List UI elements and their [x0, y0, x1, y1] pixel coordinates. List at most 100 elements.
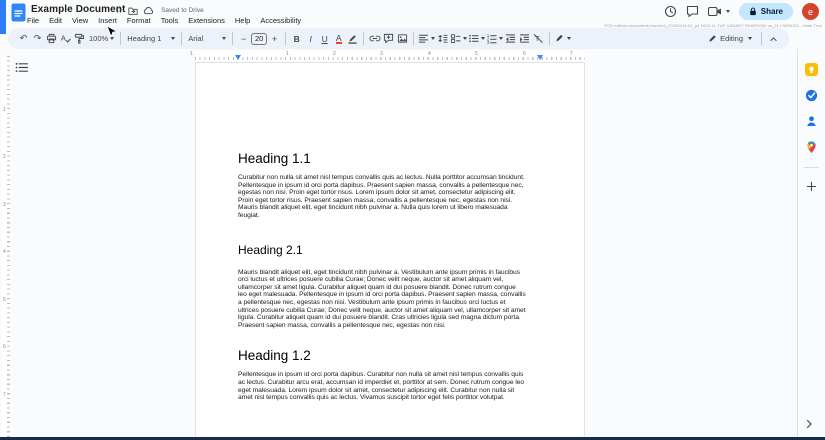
hide-menus-button[interactable] — [767, 31, 780, 47]
pencil-icon — [709, 35, 716, 42]
document-page[interactable]: Heading 1.1 Curabitur non nulla sit amet… — [195, 62, 585, 440]
tasks-icon[interactable] — [805, 89, 818, 102]
ruler-number: 2 — [333, 51, 336, 57]
toolbar-divider — [232, 32, 234, 45]
ruler-number: 5 — [3, 297, 6, 303]
toolbar-divider — [181, 32, 183, 45]
keep-icon[interactable] — [805, 63, 818, 76]
right-indent-marker[interactable] — [537, 55, 543, 60]
highlight-color-button[interactable] — [346, 31, 359, 47]
chevron-down-icon — [725, 10, 730, 13]
insert-image-button[interactable] — [396, 31, 409, 47]
insert-link-button[interactable] — [368, 31, 381, 47]
toolbar: ↶ ↷ A 100% Heading 1 Arial − 20 + B I U … — [8, 28, 789, 49]
ruler-number: 6 — [523, 51, 526, 57]
version-history-icon[interactable] — [664, 5, 677, 18]
add-comment-button[interactable] — [382, 31, 395, 47]
italic-button[interactable]: I — [304, 31, 317, 47]
increase-font-size-button[interactable]: + — [268, 31, 281, 47]
avatar-letter: e — [807, 6, 813, 17]
join-call-icon[interactable] — [707, 6, 730, 17]
doc-heading[interactable]: Heading 1.2 — [238, 348, 526, 363]
decrease-font-size-button[interactable]: − — [237, 31, 250, 47]
bold-button[interactable]: B — [290, 31, 303, 47]
ruler-number: 1 — [286, 51, 289, 57]
editing-mode-label: Editing — [720, 34, 743, 43]
avatar[interactable]: e — [802, 3, 819, 20]
ruler-ticks — [195, 57, 585, 60]
lock-icon — [749, 7, 756, 16]
doc-heading[interactable]: Heading 1.1 — [238, 151, 526, 166]
ruler-number: 2 — [3, 154, 6, 160]
ruler-number: 3 — [380, 51, 383, 57]
increase-indent-button[interactable] — [518, 31, 531, 47]
text-color-letter: A — [335, 32, 342, 44]
chevron-down-icon — [463, 37, 468, 40]
menu-accessibility[interactable]: Accessibility — [255, 14, 306, 27]
font-value: Arial — [188, 34, 204, 43]
decrease-indent-button[interactable] — [504, 31, 517, 47]
font-size-value: 20 — [255, 34, 264, 43]
doc-section: Heading 1.1 Curabitur non nulla sit amet… — [238, 151, 526, 220]
ruler-number: 4 — [3, 249, 6, 255]
menu-help[interactable]: Help — [230, 14, 255, 27]
ruler-ticks — [7, 56, 10, 437]
underline-button[interactable]: U — [318, 31, 331, 47]
doc-paragraph[interactable]: Mauris blandit aliquet elit, eget tincid… — [238, 269, 526, 330]
get-addons-button[interactable] — [806, 181, 817, 192]
ruler-number: 7 — [3, 392, 6, 398]
menu-edit[interactable]: Edit — [44, 14, 67, 27]
text-color-button[interactable]: A — [332, 31, 345, 47]
redo-button[interactable]: ↷ — [31, 31, 44, 47]
ruler-number: 4 — [428, 51, 431, 57]
doc-paragraph[interactable]: Curabitur non nulla sit amet nisl tempus… — [238, 174, 526, 220]
paint-format-button[interactable] — [73, 31, 86, 47]
svg-text:3: 3 — [487, 40, 490, 44]
doc-paragraph[interactable]: Pellentesque in ipsum id orci porta dapi… — [238, 371, 526, 401]
numbered-list-button[interactable]: 123 — [486, 31, 504, 47]
saved-status[interactable]: Saved to Drive — [161, 7, 204, 14]
zoom-select[interactable]: 100% — [87, 31, 116, 47]
menu-view[interactable]: View — [67, 14, 93, 27]
ruler-number: 1 — [190, 51, 193, 57]
contacts-icon[interactable] — [805, 115, 818, 127]
horizontal-ruler[interactable]: 1 1 2 3 4 5 6 7 — [190, 51, 585, 61]
comment-history-icon[interactable] — [686, 5, 699, 18]
left-indent-marker[interactable] — [235, 55, 241, 60]
toolbar-divider — [549, 32, 551, 45]
toolbar-divider — [761, 32, 762, 45]
font-select[interactable]: Arial — [186, 31, 228, 47]
vertical-ruler[interactable]: 1 2 3 4 5 6 7 — [2, 56, 11, 437]
paragraph-style-select[interactable]: Heading 1 — [125, 31, 177, 47]
maps-icon[interactable] — [806, 140, 817, 154]
toolbar-divider — [285, 32, 287, 45]
editing-mode-select[interactable]: Editing — [704, 34, 756, 43]
ruler-number: 5 — [475, 51, 478, 57]
undo-button[interactable]: ↶ — [17, 31, 30, 47]
print-button[interactable] — [45, 31, 58, 47]
checklist-button[interactable] — [450, 31, 468, 47]
align-button[interactable] — [418, 31, 436, 47]
hide-side-panel-button[interactable] — [805, 419, 813, 429]
ruler-number: 7 — [570, 51, 573, 57]
toolbar-divider — [413, 32, 415, 45]
document-outline-button[interactable] — [15, 62, 28, 73]
menu-tools[interactable]: Tools — [156, 14, 184, 27]
share-button[interactable]: Share — [738, 3, 793, 20]
toolbar-divider — [120, 32, 122, 45]
menu-format[interactable]: Format — [122, 14, 156, 27]
clear-formatting-button[interactable]: T — [532, 31, 545, 47]
menu-insert[interactable]: Insert — [93, 14, 122, 27]
bulleted-list-button[interactable] — [468, 31, 486, 47]
more-formatting-button[interactable] — [554, 31, 572, 47]
chevron-down-icon — [171, 37, 176, 40]
line-spacing-button[interactable] — [436, 31, 449, 47]
font-size-input[interactable]: 20 — [251, 32, 268, 45]
share-label: Share — [760, 7, 783, 16]
spellcheck-button[interactable]: A — [59, 31, 72, 47]
chevron-down-icon — [110, 37, 115, 40]
svg-text:A: A — [61, 33, 66, 42]
menu-extensions[interactable]: Extensions — [183, 14, 230, 27]
doc-heading[interactable]: Heading 2.1 — [238, 243, 526, 257]
menu-file[interactable]: File — [22, 14, 44, 27]
